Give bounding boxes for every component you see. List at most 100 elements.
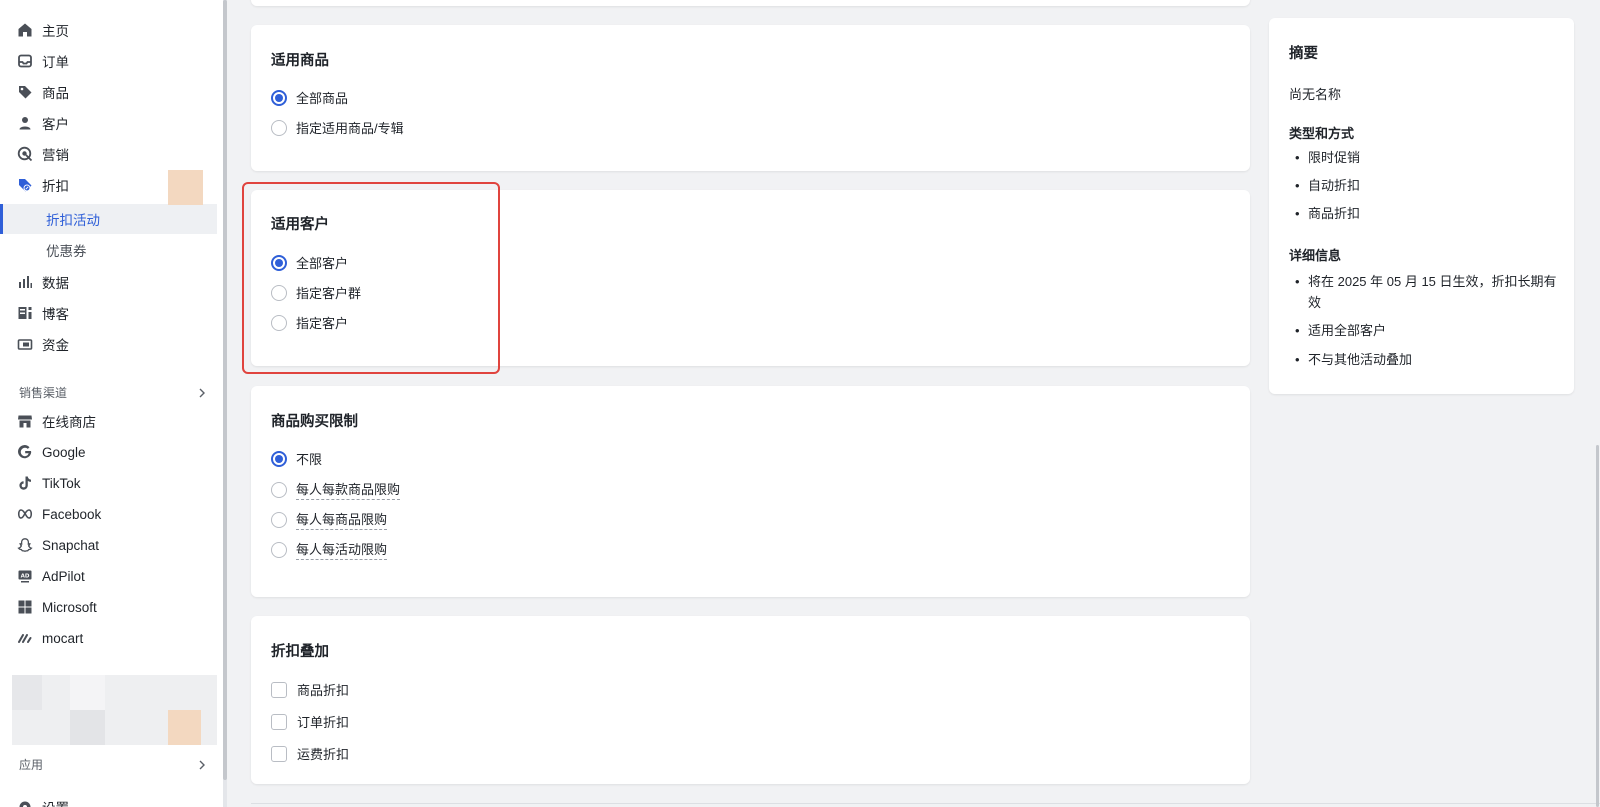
divider xyxy=(251,803,1600,804)
radio-button[interactable] xyxy=(271,284,287,301)
sidebar-item-facebook[interactable]: Facebook xyxy=(0,499,217,529)
summary-name: 尚无名称 xyxy=(1289,87,1342,102)
radio-specific-products[interactable]: 指定适用商品/专辑 xyxy=(271,118,404,137)
chevron-right-icon[interactable] xyxy=(197,758,207,770)
radio-limit-per-campaign[interactable]: 每人每活动限购 xyxy=(271,539,388,560)
radio-all-customers[interactable]: 全部客户 xyxy=(271,253,348,272)
summary-item-text: 限时促销 xyxy=(1308,150,1361,165)
radio-no-limit[interactable]: 不限 xyxy=(271,449,322,468)
radio-button[interactable] xyxy=(271,119,287,136)
radio-button[interactable] xyxy=(271,254,287,271)
sidebar-item-blog[interactable]: 博客 xyxy=(0,298,217,328)
checkbox-product-discount[interactable]: 商品折扣 xyxy=(271,680,349,699)
sidebar-scrollbar[interactable] xyxy=(223,0,227,780)
sidebar-item-label: Facebook xyxy=(42,506,102,522)
sidebar-item-analytics[interactable]: 数据 xyxy=(0,267,217,297)
sidebar-item-label: 数据 xyxy=(42,276,69,291)
summary-item-text: 商品折扣 xyxy=(1308,206,1361,221)
option-label: 订单折扣 xyxy=(297,715,350,730)
applicable-products-card: 适用商品 全部商品 指定适用商品/专辑 xyxy=(251,25,1250,171)
blurred-block xyxy=(70,675,105,710)
sidebar-item-label: 商品 xyxy=(42,86,69,101)
sidebar-item-snapchat[interactable]: Snapchat xyxy=(0,530,217,560)
sidebar-item-microsoft[interactable]: Microsoft xyxy=(0,592,217,622)
sidebar-item-tiktok[interactable]: TikTok xyxy=(0,468,217,498)
option-label: 每人每活动限购 xyxy=(296,539,388,560)
summary-type-item: • 限时促销 xyxy=(1295,147,1360,168)
blog-icon xyxy=(17,305,33,321)
radio-button[interactable] xyxy=(271,481,287,498)
option-label: 全部商品 xyxy=(296,91,349,106)
sidebar-item-label: Snapchat xyxy=(42,537,100,553)
radio-limit-per-product[interactable]: 每人每商品限购 xyxy=(271,509,388,530)
previous-card xyxy=(251,0,1250,6)
sidebar-item-label: 营销 xyxy=(42,148,69,163)
person-icon xyxy=(17,115,33,131)
summary-item-text: 不与其他活动叠加 xyxy=(1308,352,1413,367)
sidebar-item-products[interactable]: 商品 xyxy=(0,77,217,107)
checkbox-shipping-discount[interactable]: 运费折扣 xyxy=(271,744,349,763)
discount-tag-icon xyxy=(17,177,33,193)
chevron-right-icon[interactable] xyxy=(197,386,207,398)
sidebar-item-finance[interactable]: 资金 xyxy=(0,329,217,359)
sidebar-item-label: mocart xyxy=(42,630,84,646)
sidebar-item-label: 资金 xyxy=(42,338,69,353)
sidebar-item-label: 折扣 xyxy=(42,179,69,194)
option-label: 指定客户群 xyxy=(296,286,362,301)
checkbox[interactable] xyxy=(271,713,287,730)
summary-item-text: 将在 2025 年 05 月 15 日生效，折扣长期有效 xyxy=(1308,274,1557,310)
checkbox-order-discount[interactable]: 订单折扣 xyxy=(271,712,349,731)
apps-label: 应用 xyxy=(19,758,44,772)
card-title: 商品购买限制 xyxy=(271,414,358,430)
summary-detail-item: • 适用全部客户 xyxy=(1295,320,1386,341)
option-label: 指定适用商品/专辑 xyxy=(296,121,404,136)
sidebar-item-adpilot[interactable]: AD AdPilot xyxy=(0,561,217,591)
radio-button[interactable] xyxy=(271,450,287,467)
sidebar-item-mocart[interactable]: mocart xyxy=(0,623,217,653)
radio-customer-segments[interactable]: 指定客户群 xyxy=(271,283,361,302)
wallet-icon xyxy=(17,336,33,352)
radio-button[interactable] xyxy=(271,511,287,528)
checkbox[interactable] xyxy=(271,681,287,698)
target-icon xyxy=(17,146,33,162)
google-icon xyxy=(17,444,33,460)
page-scrollbar[interactable] xyxy=(1596,445,1599,807)
sidebar-item-google[interactable]: Google xyxy=(0,437,217,467)
sidebar-item-label: Microsoft xyxy=(42,599,97,615)
sidebar-sub-label: 折扣活动 xyxy=(46,213,100,228)
tiktok-icon xyxy=(17,475,33,491)
mocart-icon xyxy=(17,630,33,646)
radio-button[interactable] xyxy=(271,89,287,106)
sidebar-item-online-store[interactable]: 在线商店 xyxy=(0,406,217,436)
option-label: 运费折扣 xyxy=(297,747,350,762)
sidebar-item-label: 博客 xyxy=(42,307,69,322)
sales-channels-label: 销售渠道 xyxy=(19,386,68,400)
card-title: 折扣叠加 xyxy=(271,644,329,660)
radio-button[interactable] xyxy=(271,314,287,331)
svg-text:AD: AD xyxy=(21,573,30,579)
home-icon xyxy=(17,22,33,38)
blurred-block xyxy=(168,170,203,205)
sidebar-item-label: 订单 xyxy=(42,55,69,70)
radio-button[interactable] xyxy=(271,541,287,558)
sidebar-item-settings[interactable]: 设置 xyxy=(0,792,217,807)
sidebar-item-coupons[interactable]: 优惠券 xyxy=(0,235,217,265)
sidebar-item-label: 客户 xyxy=(42,117,69,132)
sidebar-item-label: TikTok xyxy=(42,475,81,491)
radio-limit-per-style[interactable]: 每人每款商品限购 xyxy=(271,479,401,500)
sidebar-item-label: 主页 xyxy=(42,24,69,39)
blurred-block xyxy=(70,710,105,745)
radio-specific-customers[interactable]: 指定客户 xyxy=(271,313,348,332)
option-label: 不限 xyxy=(296,452,323,467)
summary-detail-title: 详细信息 xyxy=(1289,248,1342,263)
radio-all-products[interactable]: 全部商品 xyxy=(271,88,348,107)
summary-card: 摘要 尚无名称 类型和方式 • 限时促销 • 自动折扣 • 商品折扣 详细信息 • 将在… xyxy=(1269,18,1574,394)
checkbox[interactable] xyxy=(271,745,287,762)
sidebar-item-orders[interactable]: 订单 xyxy=(0,46,217,76)
summary-title: 摘要 xyxy=(1289,46,1318,62)
sidebar-item-home[interactable]: 主页 xyxy=(0,15,217,45)
sidebar-item-discount-campaigns[interactable]: 折扣活动 xyxy=(0,204,217,234)
storefront-icon xyxy=(17,413,33,429)
sidebar-item-marketing[interactable]: 营销 xyxy=(0,139,217,169)
sidebar-item-customers[interactable]: 客户 xyxy=(0,108,217,138)
